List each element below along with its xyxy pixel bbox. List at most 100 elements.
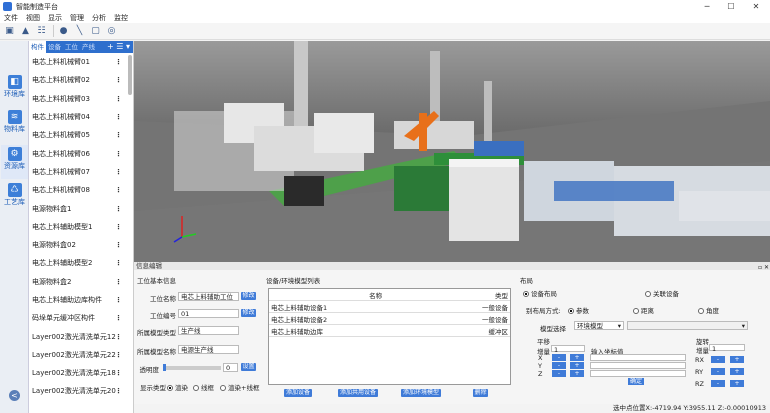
user-icon[interactable]: ▲ — [19, 25, 32, 38]
modify-name-button[interactable]: 修改 — [241, 292, 256, 300]
close-button[interactable]: ✕ — [744, 0, 768, 13]
z-coord-field[interactable] — [590, 370, 686, 377]
list-item[interactable]: 电芯上料机械臂04 ⋮ — [29, 108, 133, 126]
more-icon[interactable]: ⋮ — [115, 76, 122, 84]
x-coord-field[interactable] — [590, 354, 686, 361]
list-item[interactable]: 电芯上料机械臂05 ⋮ — [29, 126, 133, 144]
delete-button[interactable]: 删除 — [473, 389, 488, 397]
record-icon[interactable]: ● — [57, 25, 70, 38]
tab-component[interactable]: 构件 — [29, 41, 46, 53]
display-wireframe-option[interactable]: 线框 — [193, 382, 214, 392]
model-secondary-dropdown[interactable]: ▾ — [627, 321, 748, 330]
tab-station[interactable]: 工位 — [63, 41, 80, 53]
confirm-coord-button[interactable]: 确定 — [628, 378, 644, 385]
list-item[interactable]: 电芯上料机械臂06 ⋮ — [29, 144, 133, 162]
list-item[interactable]: Layer002激光清洗单元22 ⋮ — [29, 346, 133, 364]
menu-display[interactable]: 显示 — [48, 13, 62, 23]
menu-analyze[interactable]: 分析 — [92, 13, 106, 23]
rz-plus-button[interactable]: + — [730, 380, 744, 387]
list-item[interactable]: 电芯上料辅助边库构件 ⋮ — [29, 291, 133, 309]
more-icon[interactable]: ⋮ — [115, 168, 122, 176]
list-item[interactable]: 电芯上料机械臂01 ⋮ — [29, 53, 133, 71]
add-env-model-button[interactable]: 添加环境模型 — [401, 389, 441, 397]
z-minus-button[interactable]: - — [552, 370, 566, 377]
more-icon[interactable]: ⋮ — [115, 131, 122, 139]
tab-line[interactable]: 产线 — [80, 41, 97, 53]
ry-minus-button[interactable]: - — [711, 368, 725, 375]
list-scrollbar[interactable] — [128, 55, 132, 95]
maximize-button[interactable]: ☐ — [719, 0, 743, 13]
y-coord-field[interactable] — [590, 362, 686, 369]
target-icon[interactable]: ◎ — [105, 25, 118, 38]
list-item[interactable]: 电芯上料机械臂08 ⋮ — [29, 181, 133, 199]
more-icon[interactable]: ⋮ — [115, 296, 122, 304]
rail-material[interactable]: ≋ 物料库 — [1, 108, 28, 142]
station-name-field[interactable]: 电芯上料辅助工位 — [178, 292, 239, 301]
more-icon[interactable]: ⋮ — [115, 113, 122, 121]
ry-plus-button[interactable]: + — [730, 368, 744, 375]
method-angle[interactable]: 角度 — [698, 305, 719, 315]
tab-device[interactable]: 设备 — [46, 41, 63, 53]
add-device-button[interactable]: 添加设备 — [284, 389, 312, 397]
menu-manage[interactable]: 管理 — [70, 13, 84, 23]
list-item[interactable]: 电芯上料机械臂02 ⋮ — [29, 71, 133, 89]
rx-minus-button[interactable]: - — [711, 356, 725, 363]
mode-device-layout[interactable]: 设备布局 — [523, 288, 557, 298]
more-icon[interactable]: ⋮ — [115, 333, 122, 341]
list-item[interactable]: 电源物料盒02 ⋮ — [29, 236, 133, 254]
list-item[interactable]: 电芯上料机械臂07 ⋮ — [29, 163, 133, 181]
list-item[interactable]: 电芯上料辅助模型1 ⋮ — [29, 218, 133, 236]
z-plus-button[interactable]: + — [570, 370, 584, 377]
more-icon[interactable]: ⋮ — [115, 186, 122, 194]
more-icon[interactable]: ⋮ — [115, 259, 122, 267]
list-item[interactable]: Layer002激光清洗单元18 ⋮ — [29, 364, 133, 382]
model-select-dropdown[interactable]: 环境模型 ▾ — [574, 321, 624, 330]
table-row[interactable]: 电芯上料辅助设备1 一般设备 — [269, 301, 510, 313]
3d-viewport[interactable] — [134, 41, 770, 262]
more-icon[interactable]: ⋮ — [115, 58, 122, 66]
rail-process[interactable]: ♺ 工艺库 — [1, 181, 28, 215]
measure-icon[interactable]: ╲ — [73, 25, 86, 38]
method-parameter[interactable]: 参数 — [568, 305, 589, 315]
more-icon[interactable]: ⋮ — [115, 387, 122, 395]
x-minus-button[interactable]: - — [552, 354, 566, 361]
list-tools[interactable]: + ☰ ▾ — [107, 41, 130, 53]
mode-related-device[interactable]: 关联设备 — [645, 288, 679, 298]
more-icon[interactable]: ⋮ — [115, 205, 122, 213]
more-icon[interactable]: ⋮ — [115, 95, 122, 103]
menu-monitor[interactable]: 监控 — [114, 13, 128, 23]
table-row[interactable]: 电芯上料辅助设备2 一般设备 — [269, 313, 510, 325]
list-item[interactable]: Layer002激光清洗单元20 ⋮ — [29, 382, 133, 400]
menu-view[interactable]: 视图 — [26, 13, 40, 23]
minimize-button[interactable]: ─ — [695, 0, 719, 13]
display-render-option[interactable]: 渲染 — [167, 382, 188, 392]
rail-resource[interactable]: ⚙ 资源库 — [1, 145, 28, 179]
rail-environment[interactable]: ◧ 环境库 — [1, 73, 28, 107]
list-item[interactable]: 电芯上料机械臂03 ⋮ — [29, 90, 133, 108]
list-icon[interactable]: ☷ — [35, 25, 48, 38]
more-icon[interactable]: ⋮ — [115, 314, 122, 322]
rx-plus-button[interactable]: + — [730, 356, 744, 363]
set-transparency-button[interactable]: 设置 — [241, 363, 256, 371]
menu-file[interactable]: 文件 — [4, 13, 18, 23]
y-minus-button[interactable]: - — [552, 362, 566, 369]
list-item[interactable]: 码垛单元缓冲区构件 ⋮ — [29, 309, 133, 327]
slider-thumb[interactable] — [163, 364, 166, 371]
list-item[interactable]: 电源物料盒2 ⋮ — [29, 273, 133, 291]
x-plus-button[interactable]: + — [570, 354, 584, 361]
transparency-slider[interactable] — [163, 364, 221, 371]
more-icon[interactable]: ⋮ — [115, 241, 122, 249]
more-icon[interactable]: ⋮ — [115, 369, 122, 377]
collapse-button[interactable]: < — [9, 390, 20, 401]
more-icon[interactable]: ⋮ — [115, 223, 122, 231]
list-item[interactable]: 电源物料盒1 ⋮ — [29, 199, 133, 217]
method-distance[interactable]: 距离 — [633, 305, 654, 315]
more-icon[interactable]: ⋮ — [115, 278, 122, 286]
y-plus-button[interactable]: + — [570, 362, 584, 369]
rotate-step-field[interactable]: 1 — [709, 344, 745, 353]
transparency-field[interactable]: 0 — [223, 363, 238, 372]
rz-minus-button[interactable]: - — [711, 380, 725, 387]
station-code-field[interactable]: 01 — [178, 309, 239, 318]
dock-buttons[interactable]: ▫ ✕ — [758, 264, 769, 271]
display-both-option[interactable]: 渲染+线框 — [220, 382, 259, 392]
